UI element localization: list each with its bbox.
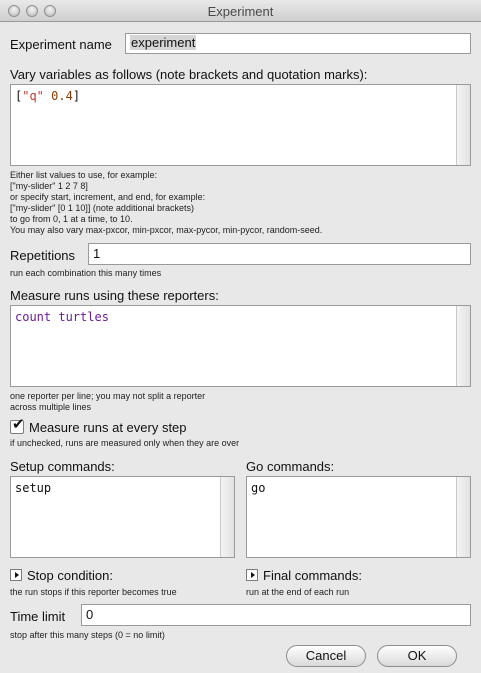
setup-commands-scrollbar[interactable]: [220, 477, 234, 557]
setup-commands-code: setup: [15, 481, 52, 495]
measure-label: Measure runs using these reporters:: [10, 288, 219, 303]
repetitions-label: Repetitions: [10, 248, 76, 263]
measure-every-step-label[interactable]: Measure runs at every step: [29, 420, 187, 435]
vary-variables-scrollbar[interactable]: [456, 85, 470, 165]
experiment-name-label: Experiment name: [10, 37, 112, 52]
vary-variables-textarea[interactable]: ["q" 0.4]: [10, 84, 471, 166]
vary-variables-label: Vary variables as follows (note brackets…: [10, 67, 368, 82]
setup-commands-textarea[interactable]: setup: [10, 476, 235, 558]
go-commands-scrollbar[interactable]: [456, 477, 470, 557]
go-commands-code: go: [251, 481, 266, 495]
stop-condition-disclosure[interactable]: [10, 569, 22, 581]
measure-every-step-checkbox[interactable]: ✔: [10, 416, 25, 434]
window-titlebar: Experiment: [0, 0, 481, 22]
time-limit-input[interactable]: 0: [81, 604, 471, 626]
measure-reporters-textarea[interactable]: count turtles: [10, 305, 471, 387]
time-limit-label: Time limit: [10, 609, 66, 624]
setup-commands-label: Setup commands:: [10, 459, 115, 474]
go-commands-textarea[interactable]: go: [246, 476, 471, 558]
ok-button[interactable]: OK: [377, 645, 457, 667]
final-commands-disclosure[interactable]: [246, 569, 258, 581]
measure-reporters-code: count turtles: [15, 310, 109, 324]
experiment-name-value: experiment: [130, 35, 197, 50]
measure-every-step-help: if unchecked, runs are measured only whe…: [10, 438, 240, 448]
final-commands-help: run at the end of each run: [246, 587, 350, 597]
stop-condition-label[interactable]: Stop condition:: [27, 568, 113, 583]
go-commands-label: Go commands:: [246, 459, 335, 474]
time-limit-help: stop after this many steps (0 = no limit…: [10, 630, 165, 640]
final-commands-label[interactable]: Final commands:: [263, 568, 362, 583]
stop-condition-help: the run stops if this reporter becomes t…: [10, 587, 177, 597]
experiment-name-input[interactable]: experiment: [125, 33, 471, 54]
vary-variables-code: ["q" 0.4]: [15, 89, 81, 103]
cancel-button[interactable]: Cancel: [286, 645, 366, 667]
disclosure-triangle-icon: [251, 572, 255, 578]
repetitions-input[interactable]: 1: [88, 243, 471, 265]
measure-reporters-scrollbar[interactable]: [456, 306, 470, 386]
checkmark-icon: ✔: [12, 416, 25, 433]
measure-help: one reporter per line; you may not split…: [10, 391, 206, 412]
window-title: Experiment: [207, 4, 274, 19]
repetitions-help: run each combination this many times: [10, 268, 162, 278]
disclosure-triangle-icon: [15, 572, 19, 578]
vary-variables-help: Either list values to use, for example: …: [10, 170, 323, 235]
